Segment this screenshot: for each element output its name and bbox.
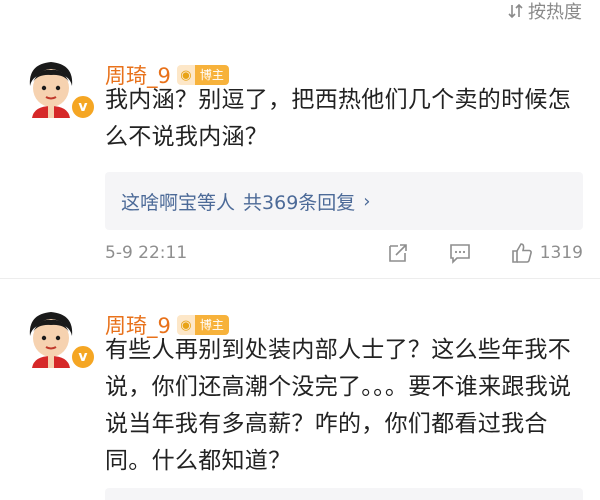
comment-icon [449,244,470,264]
comment-button[interactable] [448,241,472,265]
divider [0,278,600,279]
like-button[interactable]: 1319 [510,241,583,265]
reply-preview[interactable] [105,488,583,500]
share-button[interactable] [386,241,410,265]
reply-names: 这啥啊宝等人 [121,191,236,214]
timestamp: 5-9 22:11 [105,243,188,263]
avatar[interactable]: v [20,56,96,120]
like-count: 1319 [539,243,583,263]
comment-text: 有些人再别到处装内部人士了？这么些年我不说，你们还高潮个没完了。。。要不谁来跟我… [105,337,572,474]
comment-text: 我内涵？别逗了，把西热他们几个卖的时候怎么不说我内涵？ [105,87,571,150]
sort-icon [508,3,523,19]
sort-by-heat-button[interactable]: 按热度 [508,0,582,24]
sort-label: 按热度 [528,2,582,23]
verified-icon: v [70,344,96,370]
thumbs-up-icon [511,243,532,263]
chevron-right-icon: › [363,190,371,212]
reply-count: 共369条回复 [243,191,356,214]
reply-preview[interactable]: 这啥啊宝等人 共369条回复 › [105,172,583,230]
avatar[interactable]: v [20,306,96,370]
share-icon [388,244,407,262]
verified-icon: v [70,94,96,120]
